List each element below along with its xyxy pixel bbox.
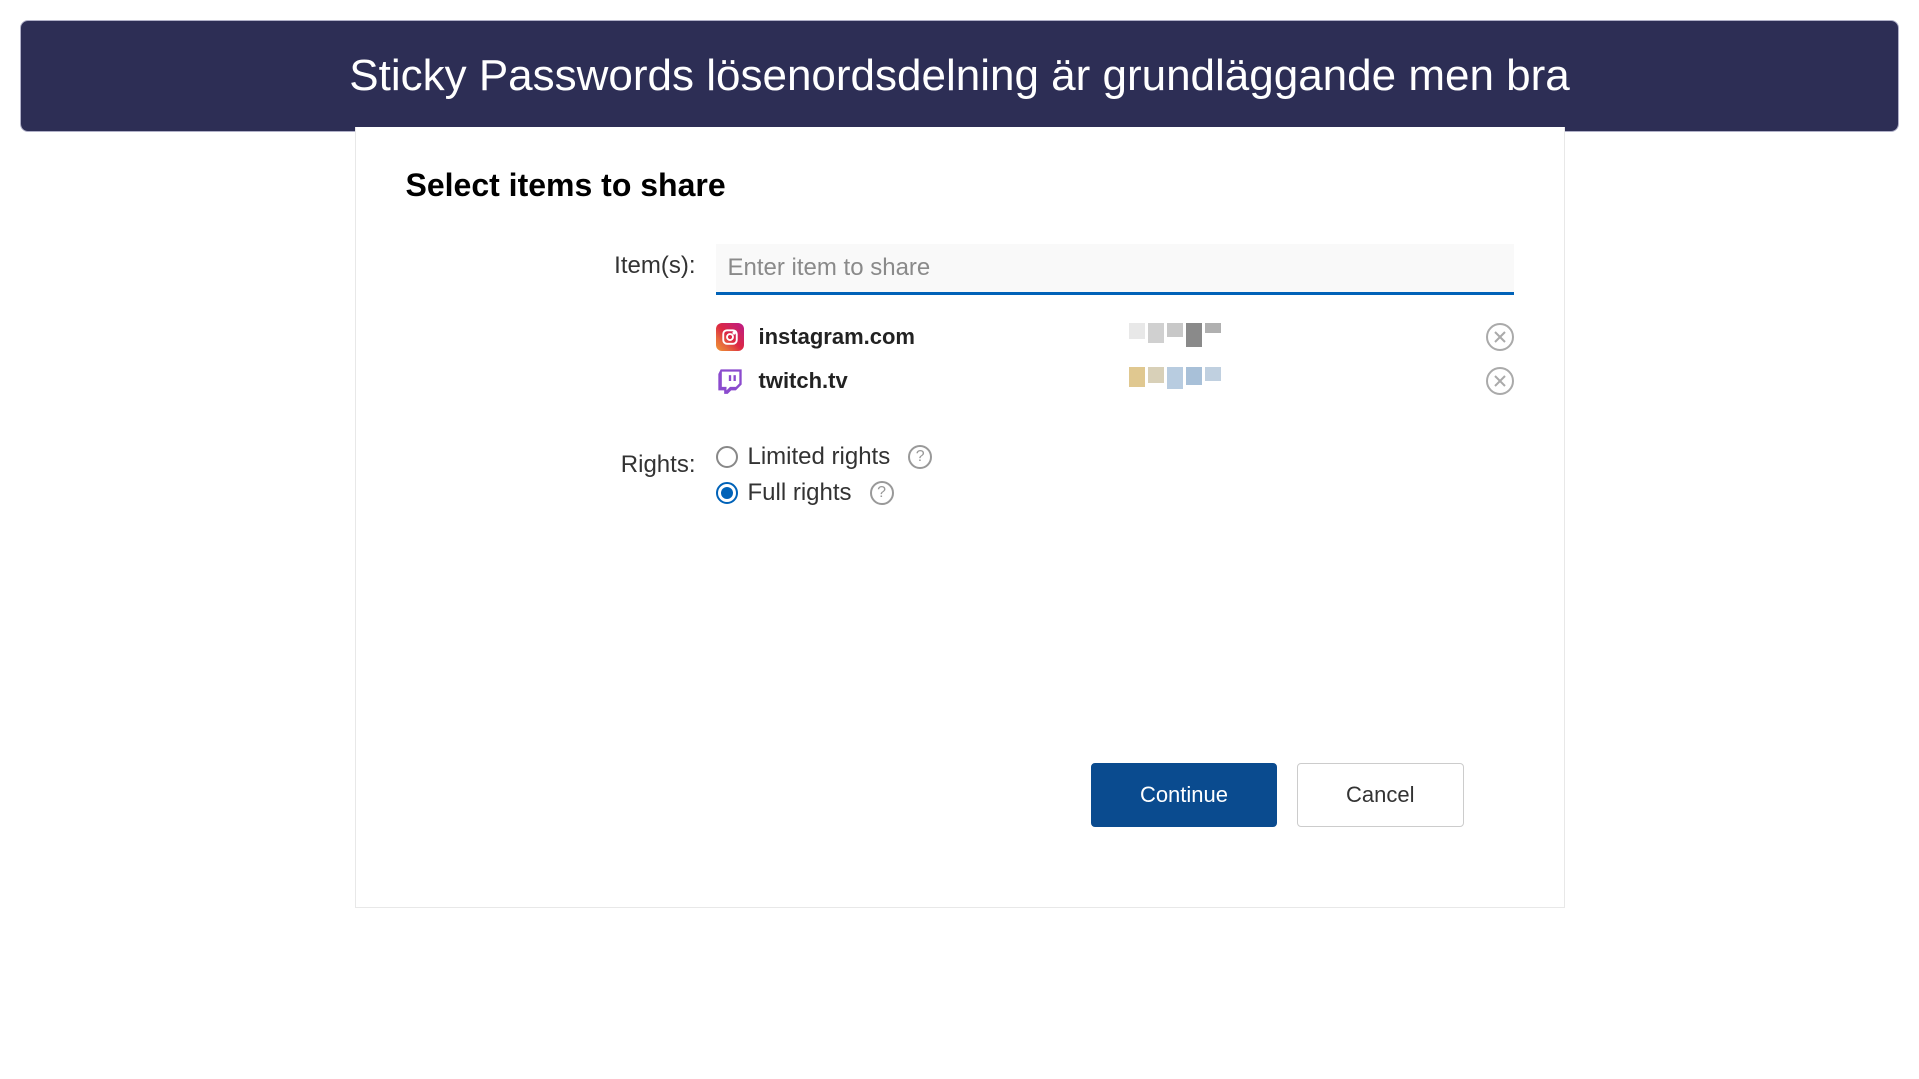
- items-row: Item(s):: [406, 244, 1514, 295]
- radio-label: Full rights: [748, 479, 852, 507]
- rights-option-full[interactable]: Full rights ?: [716, 479, 933, 507]
- item-username-blurred: [1129, 323, 1249, 351]
- item-name: twitch.tv: [759, 368, 1129, 394]
- rights-option-limited[interactable]: Limited rights ?: [716, 443, 933, 471]
- radio-label: Limited rights: [748, 443, 891, 471]
- item-name: instagram.com: [759, 324, 1129, 350]
- instagram-icon: [716, 323, 744, 351]
- item-username-blurred: [1129, 367, 1249, 395]
- remove-item-button[interactable]: [1486, 323, 1514, 351]
- list-item: instagram.com: [716, 315, 1514, 359]
- share-dialog: Select items to share Item(s): instagram…: [355, 127, 1565, 908]
- close-icon: [1493, 374, 1507, 388]
- rights-label: Rights:: [406, 443, 716, 507]
- twitch-icon: [716, 367, 744, 395]
- radio-limited[interactable]: [716, 446, 738, 468]
- rights-row: Rights: Limited rights ? Full rights ?: [406, 443, 1514, 507]
- cancel-button[interactable]: Cancel: [1297, 763, 1463, 827]
- item-input[interactable]: [716, 244, 1514, 295]
- continue-button[interactable]: Continue: [1091, 763, 1277, 827]
- items-label: Item(s):: [406, 244, 716, 280]
- selected-items-list: instagram.com: [716, 315, 1514, 403]
- remove-item-button[interactable]: [1486, 367, 1514, 395]
- radio-full[interactable]: [716, 482, 738, 504]
- help-icon[interactable]: ?: [870, 481, 894, 505]
- help-icon[interactable]: ?: [908, 445, 932, 469]
- close-icon: [1493, 330, 1507, 344]
- list-item: twitch.tv: [716, 359, 1514, 403]
- dialog-title: Select items to share: [406, 167, 1514, 204]
- page-banner: Sticky Passwords lösenordsdelning är gru…: [20, 20, 1899, 132]
- banner-title: Sticky Passwords lösenordsdelning är gru…: [349, 51, 1569, 100]
- dialog-buttons: Continue Cancel: [1091, 763, 1464, 827]
